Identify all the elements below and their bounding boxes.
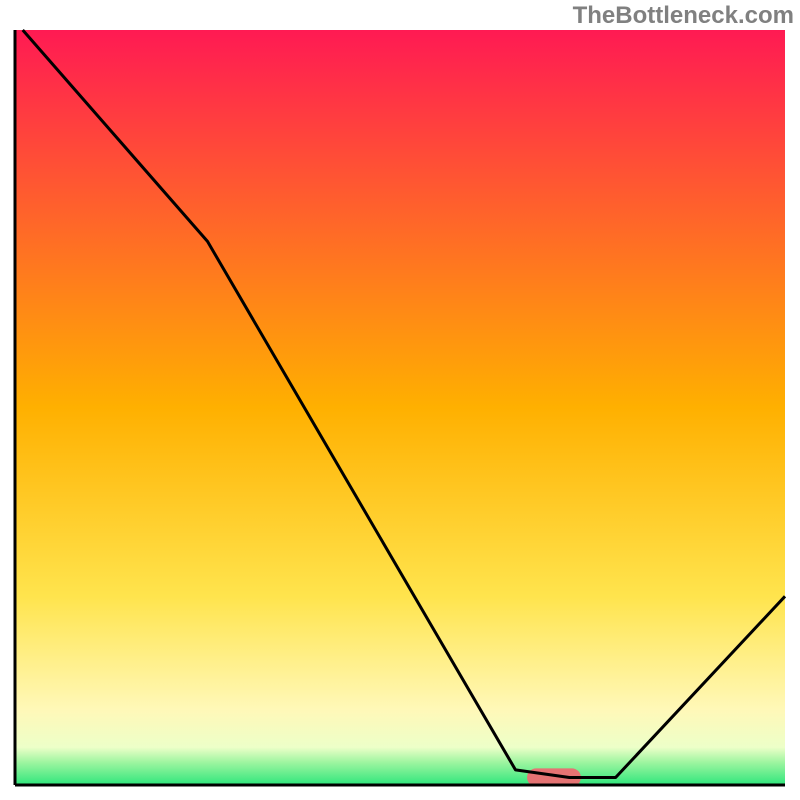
chart-svg bbox=[0, 0, 800, 800]
watermark-text: TheBottleneck.com bbox=[573, 2, 794, 30]
gradient-background bbox=[15, 30, 785, 785]
bottleneck-chart: TheBottleneck.com bbox=[0, 0, 800, 800]
